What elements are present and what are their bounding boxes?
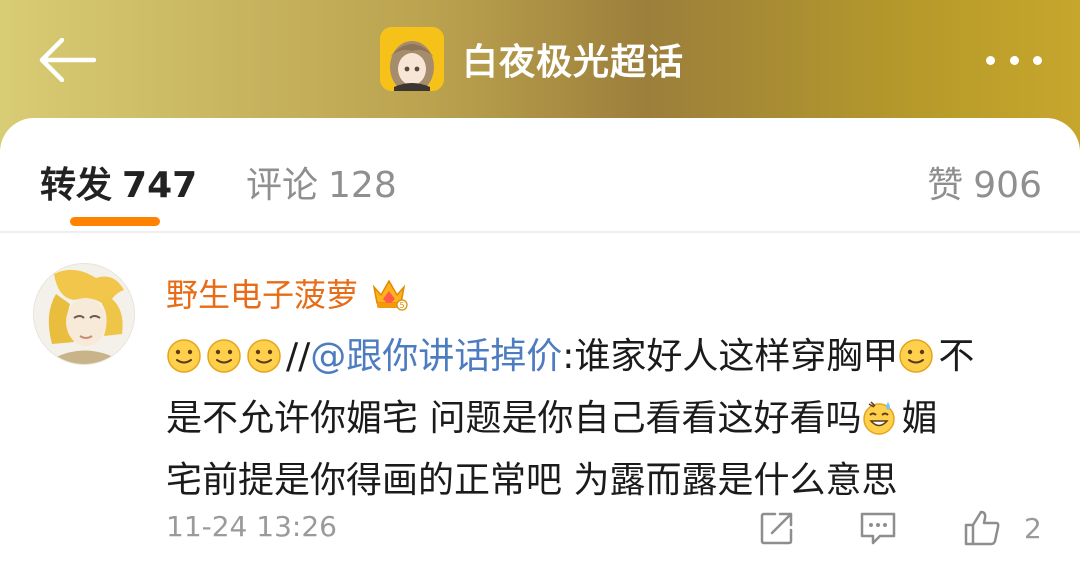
- comment-text-2-end: 媚: [901, 398, 938, 439]
- tab-repost-count: 747: [122, 165, 198, 206]
- tab-like-count: 906: [973, 165, 1042, 206]
- tab-comment-count: 128: [328, 165, 397, 206]
- comment-text-1: :谁家好人这样穿胸甲: [562, 336, 899, 377]
- more-horizontal-icon: [986, 55, 995, 65]
- repost-separator: //: [286, 336, 311, 377]
- share-button[interactable]: [758, 508, 796, 548]
- comment-icon: [860, 512, 896, 545]
- content-card: 转发 747 评论 128 赞 906 野生电子菠萝 5 //@跟你讲话掉价:谁…: [0, 118, 1080, 565]
- crown-badge-icon: 5: [372, 279, 408, 311]
- comment-timestamp: 11-24 13:26: [166, 510, 337, 543]
- sweat-smile-emoji-icon: [863, 401, 896, 435]
- tab-repost[interactable]: 转发 747: [40, 156, 197, 208]
- arrow-left-icon: [39, 37, 97, 83]
- like-button[interactable]: 2: [962, 508, 1042, 548]
- comment-text-1-end: 不: [938, 336, 975, 377]
- tab-repost-label: 转发: [40, 165, 113, 206]
- back-button[interactable]: [38, 37, 97, 83]
- smile-emoji-icon: [247, 339, 281, 373]
- username-text: 野生电子菠萝: [166, 276, 359, 314]
- tab-like[interactable]: 赞 906: [927, 156, 1042, 208]
- tab-comment-label: 评论: [246, 165, 319, 206]
- like-count: 2: [1024, 511, 1042, 545]
- comment-line-1: //@跟你讲话掉价:谁家好人这样穿胸甲不: [166, 326, 1046, 388]
- tab-bar: 转发 747 评论 128 赞 906: [0, 118, 1080, 233]
- smile-emoji-icon: [167, 339, 201, 373]
- svg-text:5: 5: [399, 301, 404, 310]
- tab-comment[interactable]: 评论 128: [246, 156, 397, 208]
- tab-like-label: 赞: [927, 165, 964, 206]
- topic-title[interactable]: 白夜极光超话: [380, 27, 685, 91]
- avatar[interactable]: [33, 263, 135, 365]
- thumbs-up-icon: [964, 510, 1000, 546]
- comment-line-2: 是不允许你媚宅 问题是你自己看看这好看吗媚: [166, 388, 1046, 450]
- comment-body: //@跟你讲话掉价:谁家好人这样穿胸甲不 是不允许你媚宅 问题是你自己看看这好看…: [166, 326, 1046, 512]
- smile-emoji-icon: [207, 339, 241, 373]
- topic-title-text: 白夜极光超话: [462, 42, 685, 83]
- comment-username[interactable]: 野生电子菠萝 5: [166, 270, 408, 316]
- active-tab-indicator: [70, 217, 160, 226]
- more-button[interactable]: [986, 52, 1042, 68]
- smile-emoji-icon: [899, 339, 934, 373]
- topic-avatar: [380, 27, 444, 91]
- reply-button[interactable]: [858, 508, 898, 548]
- mention-link[interactable]: @跟你讲话掉价: [310, 336, 562, 377]
- comment-text-2: 是不允许你媚宅 问题是你自己看看这好看吗: [166, 398, 862, 439]
- comment-line-3: 宅前提是你得画的正常吧 为露而露是什么意思: [166, 460, 898, 501]
- share-icon: [760, 512, 793, 545]
